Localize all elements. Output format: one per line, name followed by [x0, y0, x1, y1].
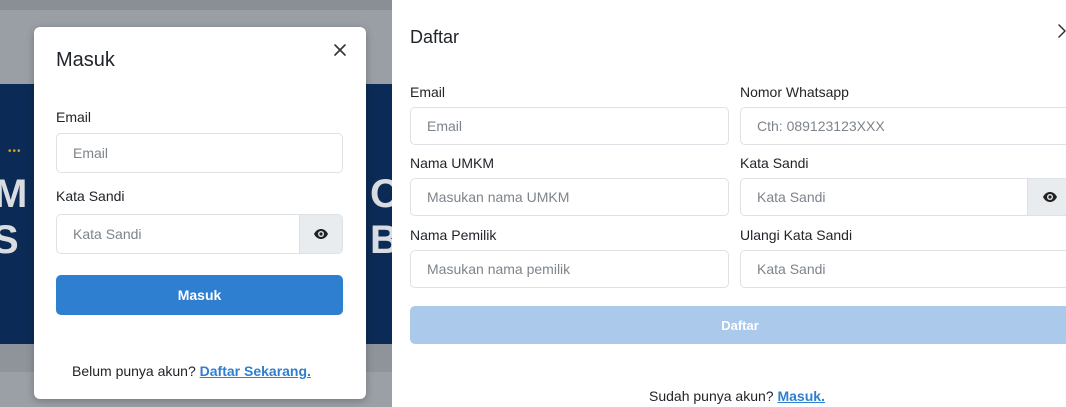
register-submit-button[interactable]: Daftar — [410, 306, 1066, 344]
register-whatsapp-label: Nomor Whatsapp — [740, 84, 849, 100]
register-footer: Sudah punya akun? Masuk. — [649, 388, 825, 404]
login-password-input[interactable] — [56, 214, 300, 254]
login-footer-text: Belum punya akun? — [72, 363, 196, 379]
register-umkm-input[interactable] — [410, 178, 729, 216]
login-email-label: Email — [56, 109, 92, 125]
backdrop-hero-text: M — [0, 172, 28, 216]
register-email-label: Email — [410, 84, 446, 100]
register-email-input[interactable] — [410, 107, 729, 145]
login-title: Masuk — [56, 49, 115, 71]
register-now-link[interactable]: Daftar Sekarang. — [200, 363, 311, 379]
close-icon — [334, 44, 346, 56]
register-modal: Daftar Email Nomor Whatsapp Nama UMKM Ka… — [392, 0, 1066, 407]
login-link[interactable]: Masuk. — [777, 388, 824, 404]
login-submit-button[interactable]: Masuk — [56, 275, 343, 315]
register-password-toggle-button[interactable] — [1028, 178, 1066, 216]
register-close-button[interactable] — [1058, 24, 1066, 40]
register-owner-label: Nama Pemilik — [410, 227, 497, 243]
login-modal: Masuk Email Kata Sandi Masuk Belum punya… — [34, 27, 366, 399]
register-password-label: Kata Sandi — [740, 155, 809, 171]
backdrop-decoration: ••• — [8, 146, 22, 157]
register-footer-text: Sudah punya akun? — [649, 388, 774, 404]
register-confirm-password-input[interactable] — [740, 250, 1066, 288]
register-title: Daftar — [410, 27, 460, 47]
login-email-input[interactable] — [56, 133, 343, 173]
backdrop-hero-text: B — [370, 218, 392, 262]
login-password-toggle-button[interactable] — [300, 214, 343, 254]
register-password-input[interactable] — [740, 178, 1028, 216]
close-icon — [1058, 24, 1066, 38]
eye-icon — [1042, 192, 1057, 202]
backdrop-hero-text: O — [370, 172, 392, 216]
register-confirm-password-label: Ulangi Kata Sandi — [740, 227, 853, 243]
eye-icon — [314, 229, 328, 239]
register-owner-input[interactable] — [410, 250, 729, 288]
register-umkm-label: Nama UMKM — [410, 155, 495, 171]
login-close-button[interactable] — [332, 42, 348, 58]
register-whatsapp-input[interactable] — [740, 107, 1066, 145]
backdrop-hero-text: S — [0, 218, 19, 262]
login-password-label: Kata Sandi — [56, 188, 125, 204]
login-footer: Belum punya akun? Daftar Sekarang. — [72, 363, 311, 379]
